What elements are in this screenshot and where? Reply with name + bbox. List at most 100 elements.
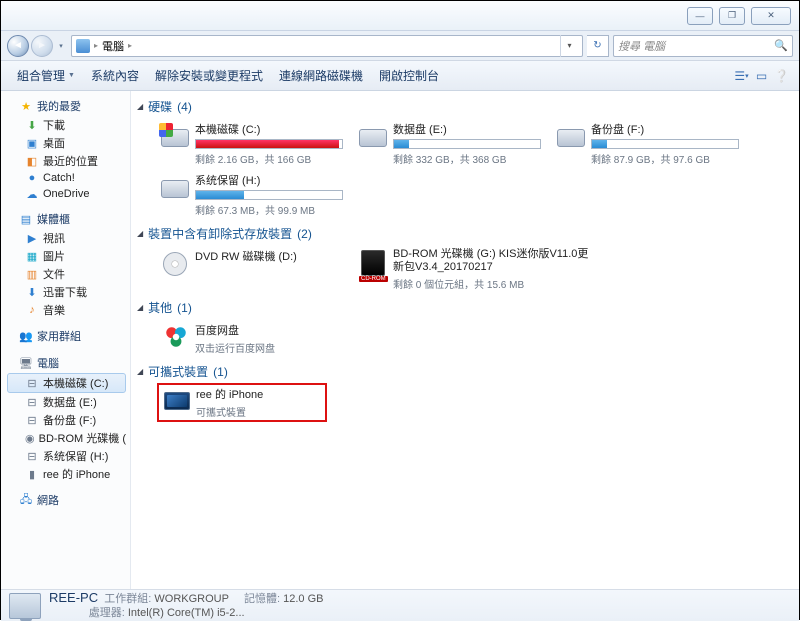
drive-tile-e[interactable]: 数据盘 (E:) 剩餘 332 GB，共 368 GB: [355, 118, 543, 169]
drive-label: 备份盘 (F:): [591, 121, 739, 137]
sidebar-item-pictures[interactable]: ▦圖片: [7, 247, 126, 265]
hard-drive-icon: [555, 121, 589, 151]
search-icon: 🔍: [774, 39, 788, 52]
recent-icon: ◧: [25, 154, 39, 168]
download-icon: ⬇: [25, 118, 39, 132]
processor-value: Intel(R) Core(TM) i5-2...: [128, 607, 245, 619]
sidebar-item-drive-c[interactable]: ⊟本機磁碟 (C:): [7, 373, 126, 393]
network-icon: 🖧: [19, 493, 33, 507]
sidebar-item-documents[interactable]: ▥文件: [7, 265, 126, 283]
sidebar-group-homegroup[interactable]: 👥家用群組: [7, 326, 126, 346]
drive-freespace: 剩餘 87.9 GB，共 97.6 GB: [591, 151, 739, 166]
drive-icon: ⊟: [25, 376, 39, 390]
sidebar-item-iphone[interactable]: ▮ree 的 iPhone: [7, 465, 126, 483]
drive-icon: ⊟: [25, 413, 39, 427]
memory-label: 記憶體:: [244, 593, 280, 605]
sidebar-item-music[interactable]: ♪音樂: [7, 301, 126, 319]
help-button[interactable]: ❔: [771, 66, 791, 86]
drive-label: 数据盘 (E:): [393, 121, 541, 137]
uninstall-programs-button[interactable]: 解除安裝或變更程式: [147, 63, 271, 88]
section-header-removable[interactable]: ◢裝置中含有卸除式存放裝置 (2): [135, 222, 793, 245]
dvd-drive-tile[interactable]: DVD RW 磁碟機 (D:): [157, 245, 345, 294]
control-panel-button[interactable]: 開啟控制台: [371, 63, 447, 88]
drive-icon: ⊟: [25, 395, 39, 409]
minimize-button[interactable]: —: [687, 7, 713, 25]
star-icon: ★: [19, 99, 33, 113]
sidebar-item-videos[interactable]: ▶視訊: [7, 229, 126, 247]
history-dropdown[interactable]: ▾: [55, 36, 67, 56]
toolbar: 組合管理▼ 系統內容 解除安裝或變更程式 連線網路磁碟機 開啟控制台 ☰▾ ▭ …: [1, 61, 799, 91]
sidebar-item-catch[interactable]: ●Catch!: [7, 170, 126, 186]
section-header-drives[interactable]: ◢硬碟 (4): [135, 95, 793, 118]
item-label: 百度网盘: [195, 322, 343, 338]
drive-freespace: 剩餘 2.16 GB，共 166 GB: [195, 151, 343, 166]
baidu-netdisk-icon: [159, 322, 193, 352]
processor-label: 處理器:: [89, 607, 125, 619]
sidebar-item-drive-h[interactable]: ⊟系统保留 (H:): [7, 447, 126, 465]
search-input[interactable]: 搜尋 電腦 🔍: [613, 35, 793, 57]
sidebar-item-drive-e[interactable]: ⊟数据盘 (E:): [7, 393, 126, 411]
close-button[interactable]: ✕: [751, 7, 791, 25]
computer-icon: [76, 39, 90, 53]
portable-device-icon: [160, 386, 194, 416]
video-icon: ▶: [25, 231, 39, 245]
chevron-right-icon: ▸: [94, 41, 98, 50]
homegroup-icon: 👥: [19, 329, 33, 343]
workgroup-value: WORKGROUP: [154, 593, 228, 605]
capacity-bar: [591, 139, 739, 149]
hard-drive-icon: [357, 121, 391, 151]
sidebar-item-recent[interactable]: ◧最近的位置: [7, 152, 126, 170]
baidu-netdisk-tile[interactable]: 百度网盘 双击运行百度网盘: [157, 319, 345, 358]
dvd-icon: [159, 248, 193, 278]
drive-tile-c[interactable]: 本機磁碟 (C:) 剩餘 2.16 GB，共 166 GB: [157, 118, 345, 169]
sidebar-item-drive-f[interactable]: ⊟备份盘 (F:): [7, 411, 126, 429]
system-properties-button[interactable]: 系統內容: [83, 63, 147, 88]
content-pane: ◢硬碟 (4) 本機磁碟 (C:) 剩餘 2.16 GB，共 166 GB 数据…: [131, 91, 799, 589]
xunlei-icon: ⬇: [25, 285, 39, 299]
item-sub: 双击运行百度网盘: [195, 340, 343, 355]
preview-pane-button[interactable]: ▭: [751, 66, 771, 86]
capacity-bar: [393, 139, 541, 149]
section-header-other[interactable]: ◢其他 (1): [135, 296, 793, 319]
breadcrumb-item[interactable]: 電腦: [102, 38, 124, 54]
sidebar-group-favorites[interactable]: ★我的最愛: [7, 96, 126, 116]
device-label: ree 的 iPhone: [196, 386, 324, 402]
back-button[interactable]: ◄: [7, 35, 29, 57]
hard-drive-icon: [159, 172, 193, 202]
sidebar-item-xunlei[interactable]: ⬇迅雷下载: [7, 283, 126, 301]
drive-tile-f[interactable]: 备份盘 (F:) 剩餘 87.9 GB，共 97.6 GB: [553, 118, 741, 169]
drive-tile-h[interactable]: 系统保留 (H:) 剩餘 67.3 MB，共 99.9 MB: [157, 169, 345, 220]
window-titlebar: — ❐ ✕: [1, 1, 799, 31]
capacity-bar: [195, 139, 343, 149]
sidebar-item-bdrom[interactable]: ◉BD-ROM 光碟機 (: [7, 429, 126, 447]
sidebar-group-computer[interactable]: 🖥電腦: [7, 353, 126, 373]
drive-icon: ⊟: [25, 449, 39, 463]
drive-label: DVD RW 磁碟機 (D:): [195, 248, 343, 264]
drive-label: 系统保留 (H:): [195, 172, 343, 188]
drive-freespace: 剩餘 0 個位元組，共 15.6 MB: [393, 276, 593, 291]
bdrom-drive-tile[interactable]: CD-ROM BD-ROM 光碟機 (G:) KIS迷你版V11.0更新包V3.…: [355, 245, 595, 294]
drive-freespace: 剩餘 67.3 MB，共 99.9 MB: [195, 202, 343, 217]
view-mode-button[interactable]: ☰▾: [731, 66, 751, 86]
bdrom-icon: CD-ROM: [357, 248, 391, 282]
pc-name: REE-PC: [49, 590, 98, 605]
breadcrumb[interactable]: ▸ 電腦 ▸ ▾: [71, 35, 583, 57]
drive-label: BD-ROM 光碟機 (G:) KIS迷你版V11.0更新包V3.4_20170…: [393, 248, 593, 274]
map-network-drive-button[interactable]: 連線網路磁碟機: [271, 63, 371, 88]
refresh-button[interactable]: ↻: [587, 35, 609, 57]
forward-button[interactable]: ►: [31, 35, 53, 57]
device-type: 可攜式裝置: [196, 404, 324, 419]
iphone-device-tile[interactable]: ree 的 iPhone 可攜式裝置: [157, 383, 327, 422]
sidebar-item-downloads[interactable]: ⬇下載: [7, 116, 126, 134]
address-dropdown[interactable]: ▾: [560, 35, 578, 57]
section-header-portable[interactable]: ◢可攜式裝置 (1): [135, 360, 793, 383]
details-pane: REE-PC 工作群組: WORKGROUP 記憶體: 12.0 GB 處理器:…: [1, 589, 799, 621]
catch-icon: ●: [25, 171, 39, 185]
sidebar-item-desktop[interactable]: ▣桌面: [7, 134, 126, 152]
organize-menu[interactable]: 組合管理▼: [9, 63, 83, 88]
maximize-button[interactable]: ❐: [719, 7, 745, 25]
sidebar-item-onedrive[interactable]: ☁OneDrive: [7, 186, 126, 202]
sidebar-group-libraries[interactable]: ▤媒體櫃: [7, 209, 126, 229]
sidebar-group-network[interactable]: 🖧網路: [7, 490, 126, 510]
document-icon: ▥: [25, 267, 39, 281]
